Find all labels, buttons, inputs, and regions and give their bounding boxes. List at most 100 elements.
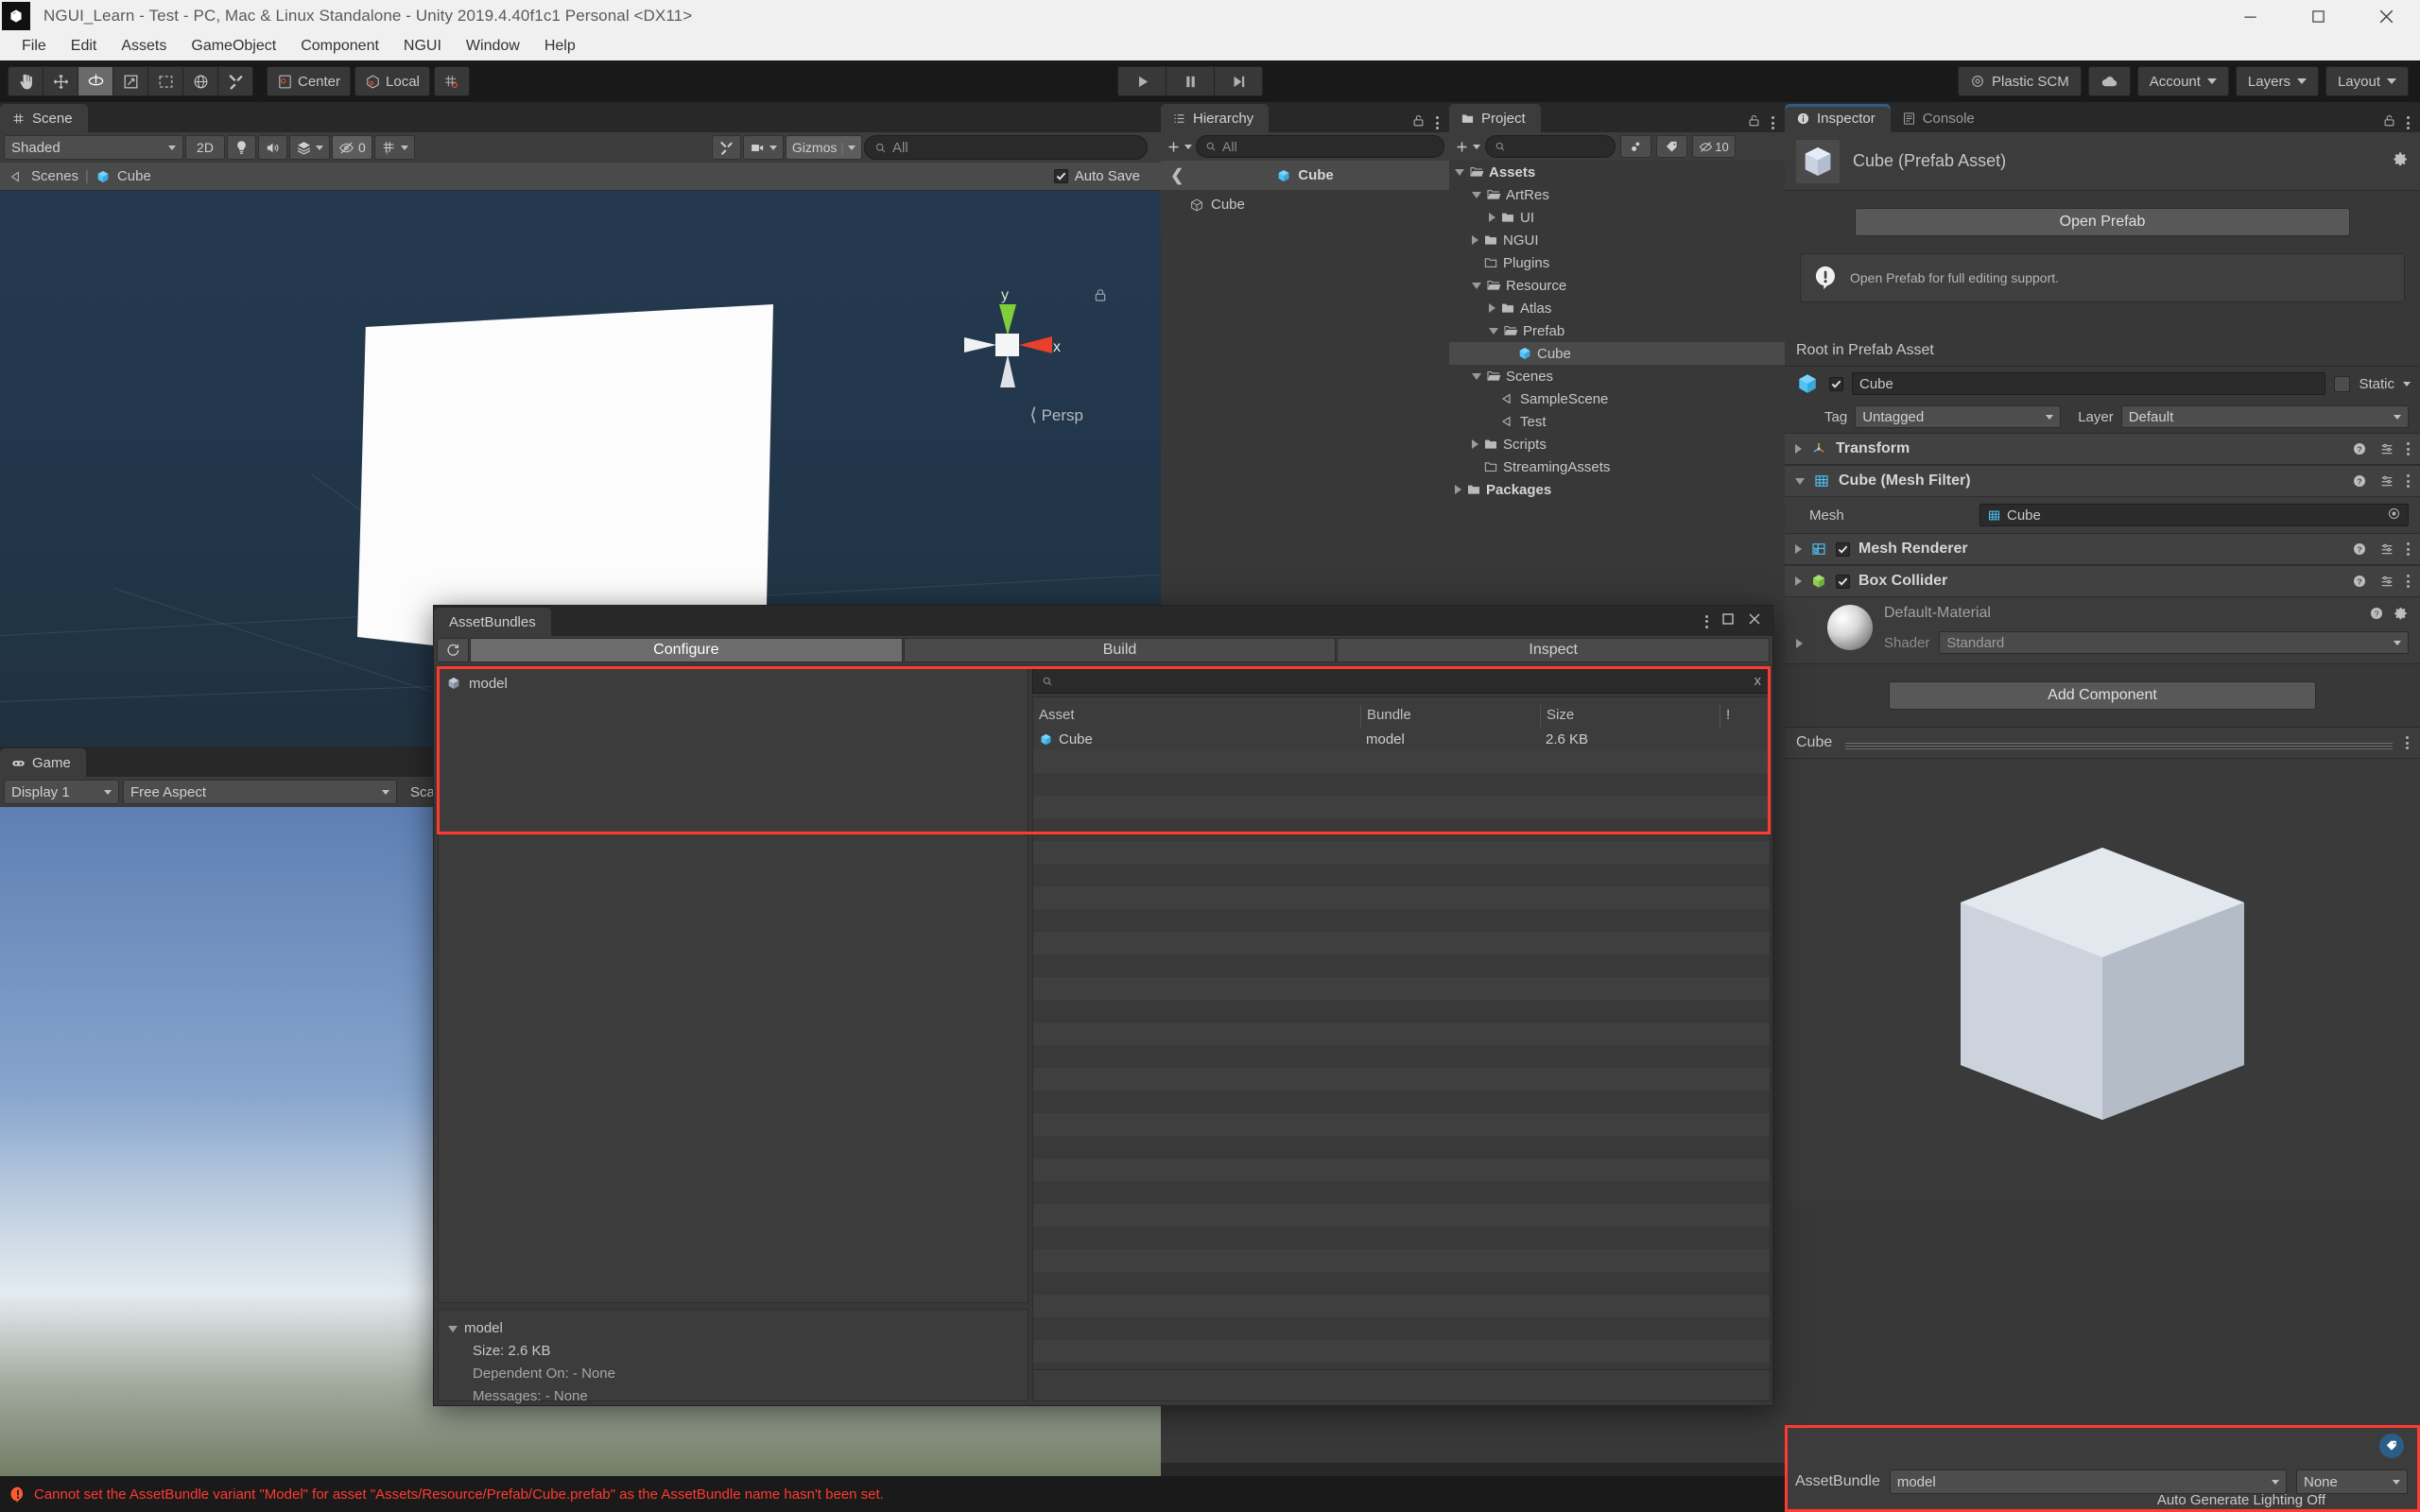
asset-search-input[interactable]: x [1032, 668, 1771, 694]
col-bundle[interactable]: Bundle [1360, 705, 1540, 728]
prefab-mode-header[interactable]: ❮ Cube [1161, 161, 1449, 190]
tab-inspector[interactable]: Inspector [1785, 104, 1891, 132]
options-icon[interactable] [2407, 575, 2410, 588]
help-icon[interactable]: ? [2352, 473, 2367, 489]
menu-component[interactable]: Component [288, 35, 391, 58]
project-item-cube[interactable]: Cube [1449, 342, 1785, 365]
grid-snap-icon[interactable] [433, 66, 470, 96]
assetbundles-titlebar[interactable]: AssetBundles [434, 606, 1772, 636]
lock-icon[interactable] [1093, 285, 1108, 309]
project-item-scripts[interactable]: Scripts [1449, 433, 1785, 455]
layers-button[interactable]: Layers [2235, 66, 2319, 96]
maximize-window-icon[interactable] [1721, 612, 1735, 630]
component-transform[interactable]: Transform ? [1785, 433, 2420, 465]
hierarchy-search-input[interactable]: All [1196, 135, 1444, 158]
rect-tool-icon[interactable] [147, 66, 183, 96]
col-size[interactable]: Size [1540, 705, 1720, 728]
tab-project[interactable]: Project [1449, 104, 1541, 132]
bundle-details-name-row[interactable]: model [448, 1317, 1018, 1340]
menu-edit[interactable]: Edit [59, 35, 110, 58]
lighting-icon[interactable] [227, 135, 256, 160]
layout-button[interactable]: Layout [2325, 66, 2409, 96]
help-icon[interactable]: ? [2352, 441, 2367, 456]
account-button[interactable]: Account [2136, 66, 2229, 96]
expand-arrow-icon[interactable] [1455, 485, 1461, 494]
pivot-mode-button[interactable]: Center [267, 66, 352, 96]
project-item-plugins[interactable]: Plugins [1449, 251, 1785, 274]
projection-mode-label[interactable]: ⟨ Persp [1029, 404, 1083, 426]
gameobject-name-input[interactable]: Cube [1852, 372, 2326, 395]
shader-dropdown[interactable]: Standard [1939, 631, 2409, 654]
options-icon[interactable] [1705, 614, 1708, 628]
project-item-assets[interactable]: Assets [1449, 161, 1785, 183]
menu-assets[interactable]: Assets [109, 35, 179, 58]
tab-console[interactable]: Console [1890, 104, 1990, 132]
hierarchy-item-cube[interactable]: Cube [1161, 190, 1449, 219]
breadcrumb-cube[interactable]: Cube [117, 168, 151, 184]
expand-arrow-icon[interactable] [1489, 303, 1495, 313]
aspect-dropdown[interactable]: Free Aspect [123, 780, 397, 804]
tab-hierarchy[interactable]: Hierarchy [1161, 104, 1270, 132]
expand-arrow-icon[interactable] [1795, 544, 1802, 554]
expand-arrow-icon[interactable] [1796, 639, 1803, 648]
options-icon[interactable] [2407, 442, 2410, 455]
create-asset-button[interactable] [1454, 139, 1480, 155]
hand-tool-icon[interactable] [8, 66, 43, 96]
chevron-down-icon[interactable] [2403, 381, 2411, 387]
scene-tools-icon[interactable] [711, 135, 741, 160]
gear-icon[interactable] [2394, 606, 2409, 621]
custom-tool-icon[interactable] [217, 66, 253, 96]
static-checkbox[interactable] [2334, 375, 2351, 392]
tab-build[interactable]: Build [903, 638, 1337, 662]
project-item-ngui[interactable]: NGUI [1449, 229, 1785, 251]
lock-icon[interactable] [1411, 113, 1426, 132]
preview-viewport[interactable] [1785, 759, 2420, 1201]
collapse-arrow-icon[interactable] [448, 1325, 458, 1332]
expand-arrow-icon[interactable] [1795, 576, 1802, 586]
auto-save-checkbox[interactable] [1053, 169, 1068, 183]
tab-scene[interactable]: Scene [0, 104, 88, 132]
options-icon[interactable] [2407, 116, 2410, 129]
mesh-renderer-enabled-checkbox[interactable] [1836, 541, 1850, 557]
maximize-icon[interactable] [2284, 0, 2352, 32]
project-item-artres[interactable]: ArtRes [1449, 183, 1785, 206]
toggle-2d-button[interactable]: 2D [185, 135, 225, 160]
menu-window[interactable]: Window [454, 35, 532, 58]
bundle-list-item[interactable]: model [439, 669, 1028, 697]
menu-ngui[interactable]: NGUI [391, 35, 454, 58]
minimize-icon[interactable] [2216, 0, 2284, 32]
tab-game[interactable]: Game [0, 748, 86, 777]
scene-camera-icon[interactable] [742, 135, 784, 160]
expand-arrow-icon[interactable] [1472, 439, 1478, 449]
cloud-icon[interactable] [2087, 66, 2131, 96]
menu-help[interactable]: Help [532, 35, 588, 58]
project-item-test[interactable]: Test [1449, 410, 1785, 433]
table-row[interactable]: Cube model 2.6 KB [1033, 728, 1770, 750]
back-arrow-icon[interactable]: ❮ [1170, 166, 1184, 185]
preview-drag-handle[interactable] [1845, 742, 2393, 744]
layer-dropdown[interactable]: Default [2120, 405, 2409, 428]
shading-mode-dropdown[interactable]: Shaded [4, 135, 183, 160]
collapse-arrow-icon[interactable] [1472, 282, 1481, 289]
collapse-arrow-icon[interactable] [1795, 477, 1805, 485]
tab-configure[interactable]: Configure [470, 638, 903, 662]
asset-label-icon[interactable] [2379, 1434, 2404, 1458]
project-item-packages[interactable]: Packages [1449, 478, 1785, 501]
options-icon[interactable] [2407, 542, 2410, 556]
gameobject-enabled-checkbox[interactable] [1829, 376, 1843, 391]
auto-save-control[interactable]: Auto Save [1053, 168, 1151, 184]
component-mesh-filter[interactable]: Cube (Mesh Filter) ? [1785, 465, 2420, 497]
options-icon[interactable] [2406, 736, 2409, 749]
project-item-ui[interactable]: UI [1449, 206, 1785, 229]
create-gameobject-button[interactable] [1166, 139, 1192, 155]
component-mesh-renderer[interactable]: Mesh Renderer ? [1785, 533, 2420, 565]
box-collider-enabled-checkbox[interactable] [1836, 574, 1850, 589]
help-icon[interactable]: ? [2369, 606, 2384, 621]
open-prefab-button[interactable]: Open Prefab [1855, 208, 2350, 236]
project-item-prefab[interactable]: Prefab [1449, 319, 1785, 342]
add-component-button[interactable]: Add Component [1889, 681, 2316, 710]
component-box-collider[interactable]: Box Collider ? [1785, 565, 2420, 597]
effects-dropdown-button[interactable] [289, 135, 330, 160]
grid-visibility-icon[interactable]: Y [373, 135, 415, 160]
options-icon[interactable] [1772, 116, 1774, 129]
